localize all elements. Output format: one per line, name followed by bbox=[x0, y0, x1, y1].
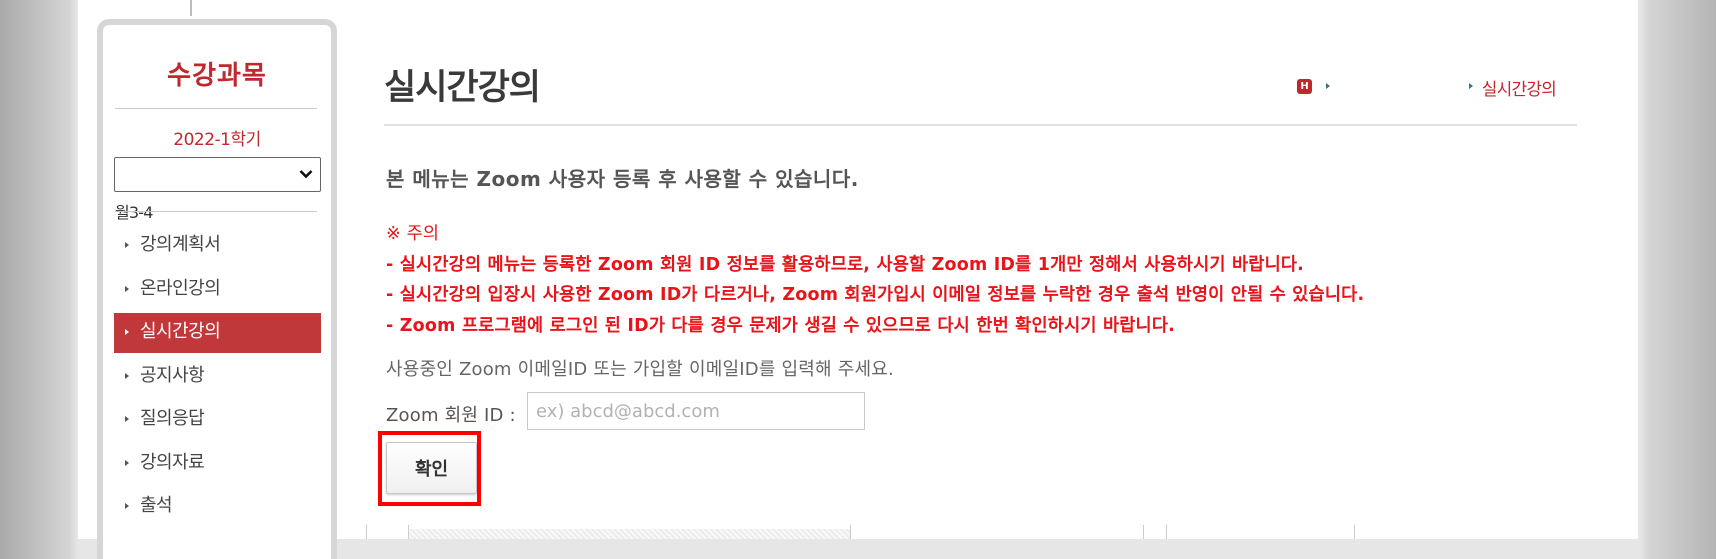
chevron-right-icon bbox=[1469, 83, 1473, 89]
zoom-id-input[interactable] bbox=[527, 392, 865, 430]
divider bbox=[366, 525, 367, 539]
sidebar-item-label: 공지사항 bbox=[140, 364, 205, 386]
warning-head: ※ 주의 bbox=[386, 224, 440, 244]
caret-right-icon bbox=[125, 329, 129, 335]
sidebar-item-label: 실시간강의 bbox=[140, 321, 221, 342]
caret-right-icon bbox=[125, 416, 129, 422]
caret-right-icon bbox=[125, 459, 129, 466]
breadcrumb: H 실시간강의 bbox=[384, 72, 1580, 100]
sidebar-item-label: 강의자료 bbox=[140, 451, 205, 473]
sidebar-item-materials[interactable]: 강의자료 bbox=[114, 444, 321, 484]
divider bbox=[1166, 525, 1167, 539]
divider bbox=[190, 0, 192, 16]
instruction-text: 사용중인 Zoom 이메일ID 또는 가입할 이메일ID를 입력해 주세요. bbox=[386, 359, 894, 380]
divider bbox=[1354, 525, 1355, 539]
divider bbox=[408, 525, 409, 539]
sidebar-item-label: 질의응답 bbox=[140, 408, 205, 429]
caret-right-icon bbox=[125, 503, 129, 509]
home-icon[interactable]: H bbox=[1297, 79, 1312, 94]
sidebar: 수강과목 2022-1학기 월3-4 강의계획서 온라인강의 실시간강의 공지사… bbox=[97, 19, 337, 559]
semester-label: 2022-1학기 bbox=[173, 130, 261, 150]
notice-heading: 본 메뉴는 Zoom 사용자 등록 후 사용할 수 있습니다. bbox=[386, 167, 859, 191]
sidebar-item-live-lecture[interactable]: 실시간강의 bbox=[114, 313, 321, 353]
sidebar-item-label: 강의계획서 bbox=[140, 234, 221, 255]
sidebar-item-label: 출석 bbox=[140, 495, 173, 516]
sidebar-item-attendance[interactable]: 출석 bbox=[114, 487, 321, 527]
chevron-down-icon bbox=[296, 162, 316, 186]
caret-right-icon bbox=[125, 285, 129, 292]
sidebar-item-qna[interactable]: 질의응답 bbox=[114, 400, 321, 440]
sidebar-item-notices[interactable]: 공지사항 bbox=[114, 357, 321, 397]
sidebar-item-syllabus[interactable]: 강의계획서 bbox=[114, 226, 321, 266]
warning-line: - 실시간강의 입장시 사용한 Zoom ID가 다르거나, Zoom 회원가입… bbox=[386, 285, 1365, 305]
page-container: 수강과목 2022-1학기 월3-4 강의계획서 온라인강의 실시간강의 공지사… bbox=[78, 0, 1638, 559]
breadcrumb-current[interactable]: 실시간강의 bbox=[1482, 75, 1557, 100]
warning-block: ※ 주의 - 실시간강의 메뉴는 등록한 Zoom 회원 ID 정보를 활용하므… bbox=[386, 223, 1364, 345]
divider bbox=[115, 108, 317, 109]
divider bbox=[1143, 525, 1144, 539]
main-content: 실시간강의 H 실시간강의 본 메뉴는 Zoom 사용자 등록 후 사용할 수 … bbox=[366, 0, 1580, 539]
sidebar-item-online-lecture[interactable]: 온라인강의 bbox=[114, 270, 321, 310]
caret-right-icon bbox=[125, 242, 129, 248]
table-header-band bbox=[408, 529, 850, 539]
caret-right-icon bbox=[125, 372, 129, 379]
sidebar-item-label: 온라인강의 bbox=[140, 277, 221, 299]
warning-line: - Zoom 프로그램에 로그인 된 ID가 다를 경우 문제가 생길 수 있으… bbox=[386, 315, 1176, 336]
divider bbox=[384, 124, 1577, 126]
confirm-button[interactable]: 확인 bbox=[386, 442, 477, 494]
warning-line: - 실시간강의 메뉴는 등록한 Zoom 회원 ID 정보를 활용하므로, 사용… bbox=[386, 254, 1305, 275]
zoom-id-label: Zoom 회원 ID : bbox=[386, 405, 516, 426]
sidebar-title: 수강과목 bbox=[167, 61, 267, 91]
course-select[interactable] bbox=[114, 157, 321, 192]
chevron-right-icon bbox=[1326, 83, 1330, 89]
table-header-strip bbox=[366, 525, 1606, 539]
divider bbox=[850, 525, 851, 539]
sidebar-menu: 강의계획서 온라인강의 실시간강의 공지사항 질의응답 강의자료 출석 bbox=[114, 226, 321, 531]
divider bbox=[115, 211, 317, 212]
